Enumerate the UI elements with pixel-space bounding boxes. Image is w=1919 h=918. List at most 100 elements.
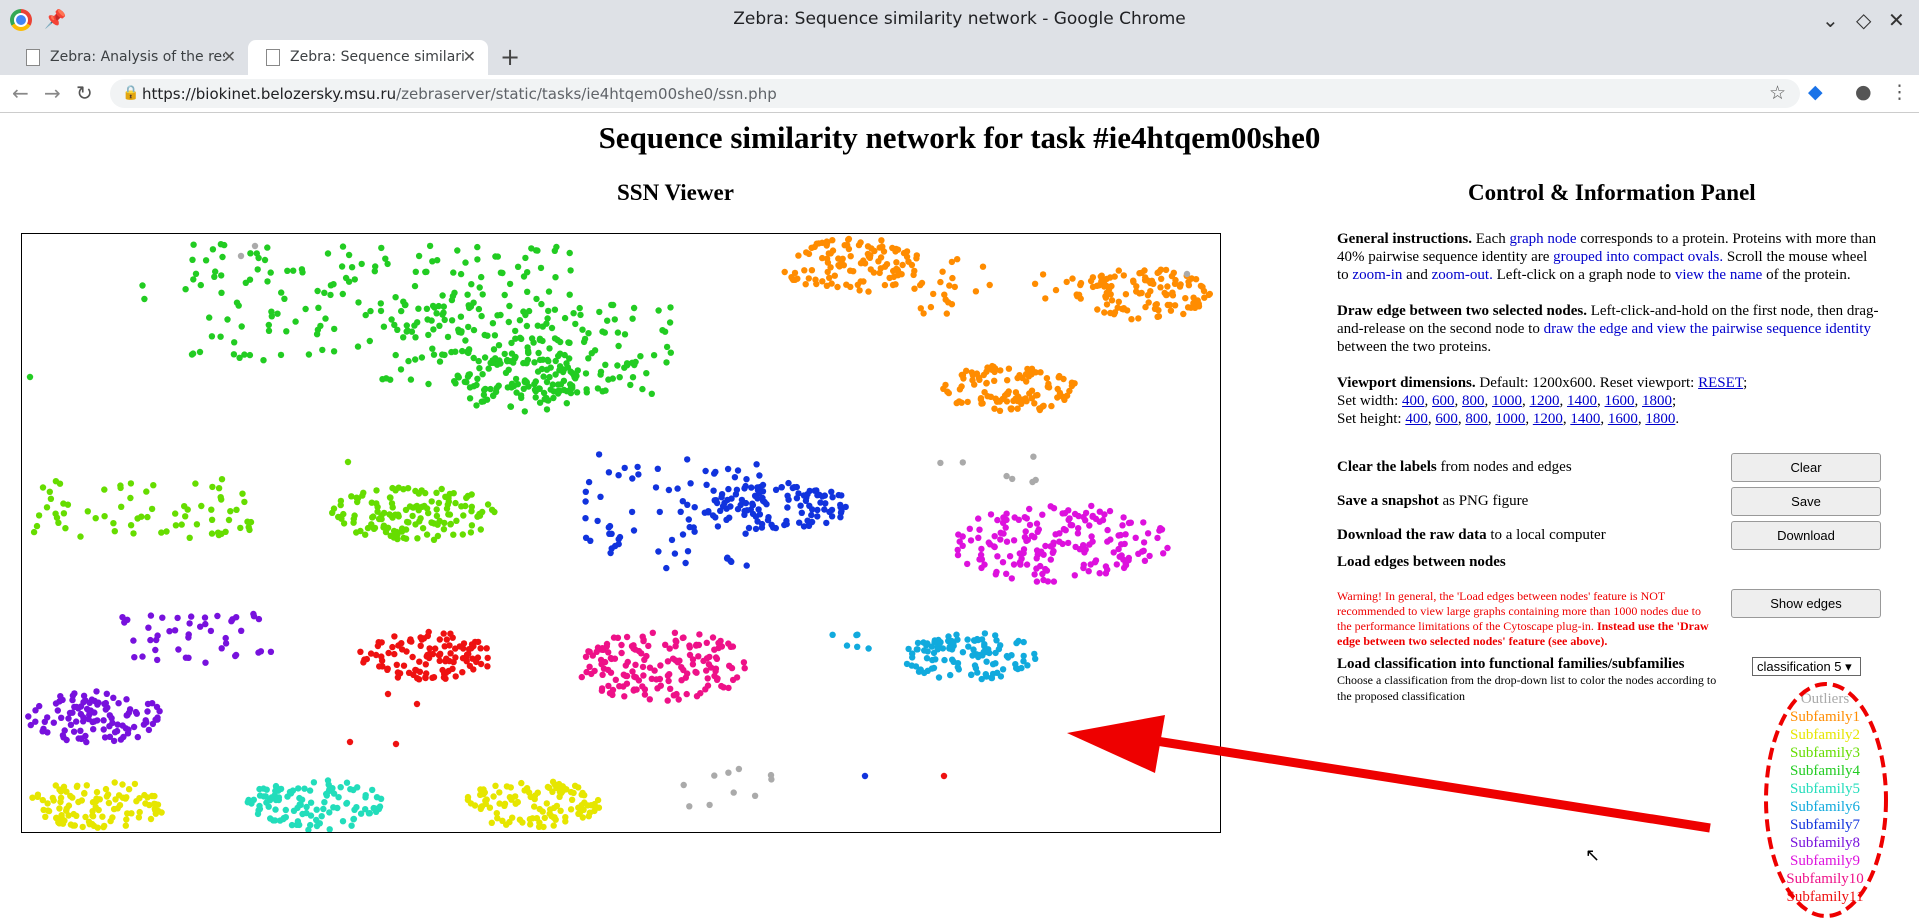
- graph-node[interactable]: [591, 803, 599, 810]
- graph-node[interactable]: [1009, 475, 1016, 483]
- graph-node[interactable]: [1132, 534, 1139, 541]
- graph-node[interactable]: [712, 665, 720, 672]
- graph-node[interactable]: [712, 514, 719, 521]
- graph-node[interactable]: [321, 289, 328, 296]
- graph-node[interactable]: [365, 810, 373, 817]
- graph-node[interactable]: [483, 645, 490, 652]
- graph-node[interactable]: [415, 252, 423, 260]
- graph-node[interactable]: [261, 256, 269, 264]
- graph-node[interactable]: [454, 247, 461, 254]
- graph-node[interactable]: [964, 560, 971, 568]
- graph-node[interactable]: [522, 311, 529, 319]
- graph-node[interactable]: [585, 478, 593, 486]
- graph-node[interactable]: [1003, 472, 1010, 480]
- graph-node[interactable]: [409, 653, 416, 661]
- graph-node[interactable]: [586, 648, 593, 655]
- graph-node[interactable]: [225, 516, 233, 524]
- graph-node[interactable]: [734, 467, 742, 474]
- graph-node[interactable]: [1103, 301, 1111, 308]
- graph-node[interactable]: [999, 666, 1007, 673]
- graph-node[interactable]: [452, 645, 459, 652]
- graph-node[interactable]: [145, 624, 152, 631]
- graph-node[interactable]: [606, 690, 614, 697]
- graph-node[interactable]: [186, 534, 193, 541]
- graph-node[interactable]: [1092, 515, 1100, 522]
- graph-node[interactable]: [182, 513, 189, 520]
- graph-node[interactable]: [671, 629, 679, 636]
- graph-node[interactable]: [452, 654, 459, 661]
- graph-node[interactable]: [839, 255, 846, 262]
- graph-node[interactable]: [823, 519, 830, 527]
- graph-node[interactable]: [367, 307, 374, 315]
- graph-node[interactable]: [666, 671, 673, 678]
- graph-node[interactable]: [422, 489, 429, 497]
- graph-node[interactable]: [1145, 299, 1152, 306]
- graph-node[interactable]: [369, 786, 376, 794]
- graph-node[interactable]: [552, 371, 559, 378]
- graph-node[interactable]: [984, 393, 991, 400]
- graph-node[interactable]: [1043, 567, 1051, 574]
- graph-node[interactable]: [508, 339, 515, 347]
- graph-node[interactable]: [218, 272, 225, 279]
- graph-node[interactable]: [272, 787, 279, 795]
- graph-node[interactable]: [412, 521, 419, 528]
- graph-node[interactable]: [90, 822, 98, 829]
- graph-node[interactable]: [521, 408, 528, 415]
- graph-node[interactable]: [802, 281, 809, 288]
- graph-node[interactable]: [1074, 530, 1082, 537]
- graph-node[interactable]: [104, 791, 112, 798]
- graph-node[interactable]: [36, 702, 43, 710]
- graph-node[interactable]: [1066, 515, 1073, 522]
- graph-node[interactable]: [479, 508, 486, 516]
- graph-node[interactable]: [829, 631, 836, 638]
- graph-node[interactable]: [77, 735, 85, 742]
- graph-node[interactable]: [671, 550, 679, 557]
- graph-node[interactable]: [433, 489, 440, 496]
- graph-node[interactable]: [255, 649, 262, 656]
- graph-node[interactable]: [1023, 537, 1030, 544]
- graph-node[interactable]: [1033, 555, 1040, 562]
- graph-node-link[interactable]: graph node: [1509, 231, 1576, 247]
- graph-node[interactable]: [1122, 531, 1129, 538]
- graph-node[interactable]: [572, 320, 579, 328]
- graph-node[interactable]: [488, 819, 495, 826]
- graph-node[interactable]: [622, 662, 629, 669]
- graph-node[interactable]: [182, 286, 189, 293]
- graph-node[interactable]: [484, 501, 492, 508]
- graph-node[interactable]: [325, 781, 332, 788]
- graph-node[interactable]: [798, 509, 805, 516]
- graph-node[interactable]: [506, 280, 514, 288]
- graph-node[interactable]: [46, 488, 53, 495]
- graph-node[interactable]: [35, 512, 43, 519]
- graph-node[interactable]: [159, 614, 166, 621]
- graph-node[interactable]: [355, 299, 362, 306]
- graph-node[interactable]: [181, 503, 188, 510]
- graph-node[interactable]: [440, 630, 447, 637]
- graph-node[interactable]: [412, 268, 419, 275]
- graph-node[interactable]: [475, 305, 483, 313]
- graph-node[interactable]: [412, 334, 419, 341]
- graph-node[interactable]: [663, 359, 670, 366]
- graph-node[interactable]: [594, 517, 601, 525]
- graph-node[interactable]: [686, 644, 693, 651]
- graph-node[interactable]: [1008, 652, 1015, 659]
- graph-node[interactable]: [1039, 271, 1047, 278]
- graph-node[interactable]: [578, 673, 585, 681]
- graph-node[interactable]: [696, 631, 703, 638]
- graph-node[interactable]: [711, 646, 718, 653]
- graph-node[interactable]: [581, 799, 588, 806]
- graph-node[interactable]: [1049, 549, 1057, 556]
- graph-node[interactable]: [752, 525, 760, 533]
- graph-node[interactable]: [538, 365, 546, 373]
- graph-node[interactable]: [640, 637, 647, 645]
- graph-node[interactable]: [433, 512, 441, 520]
- graph-node[interactable]: [679, 498, 686, 505]
- graph-node[interactable]: [937, 278, 944, 286]
- graph-node[interactable]: [557, 381, 565, 388]
- graph-node[interactable]: [536, 399, 544, 406]
- graph-node[interactable]: [1067, 521, 1074, 529]
- graph-node[interactable]: [489, 320, 497, 327]
- graph-node[interactable]: [123, 696, 130, 703]
- graph-node[interactable]: [423, 531, 431, 538]
- graph-node[interactable]: [201, 614, 209, 621]
